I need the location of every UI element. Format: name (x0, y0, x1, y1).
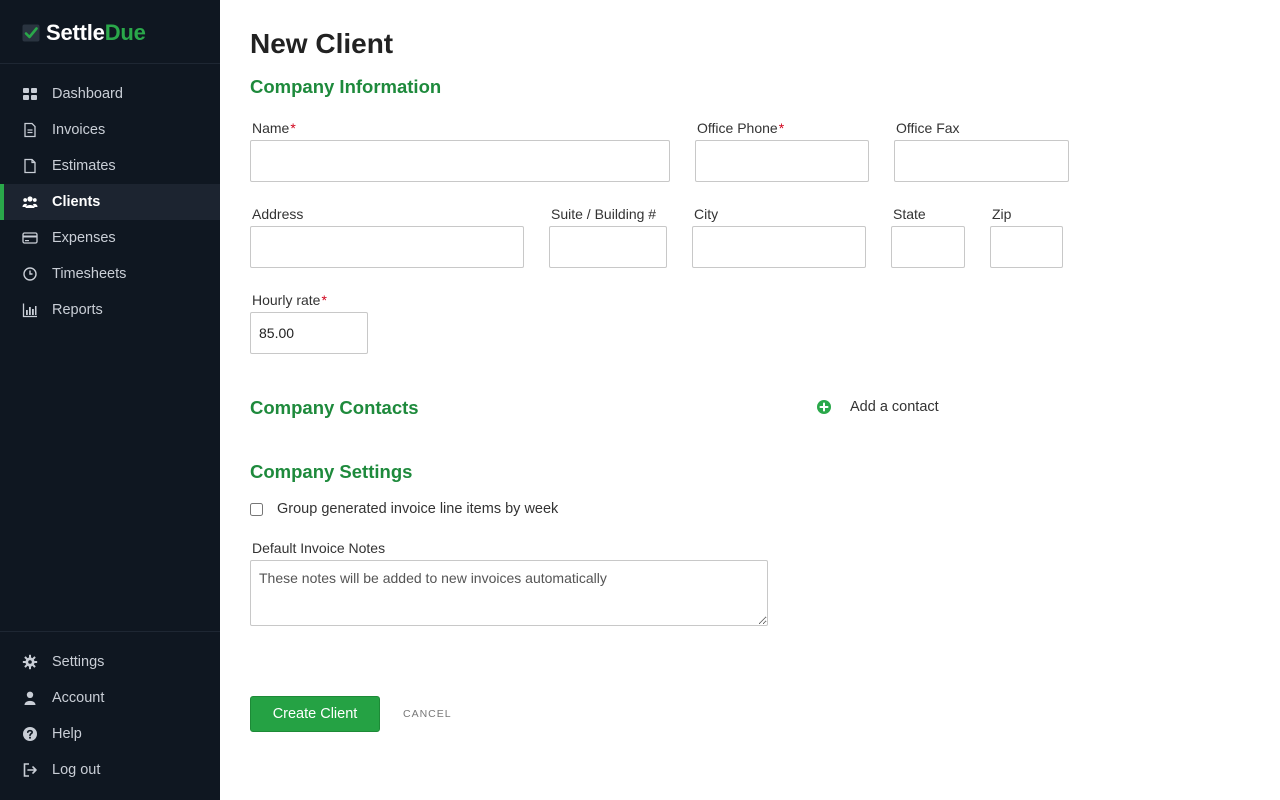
nav-label: Settings (52, 654, 105, 670)
city-input[interactable] (692, 226, 866, 268)
office-fax-input[interactable] (894, 140, 1069, 182)
suite-input[interactable] (549, 226, 667, 268)
nav-item-settings[interactable]: Settings (0, 644, 220, 680)
create-client-button[interactable]: Create Client (250, 696, 380, 732)
help-icon (22, 726, 38, 742)
nav-label: Estimates (52, 158, 116, 174)
gear-icon (22, 654, 38, 670)
name-input[interactable] (250, 140, 670, 182)
nav-label: Timesheets (52, 266, 127, 282)
state-label: State (893, 206, 926, 222)
add-contact-label: Add a contact (850, 399, 939, 415)
hourly-rate-label: Hourly rate* (252, 292, 327, 308)
section-title-company-contacts: Company Contacts (250, 397, 419, 418)
sidebar: SettleDue Dashboard Invoices Estimates C… (0, 0, 220, 800)
secondary-nav: Settings Account Help Log out (0, 644, 220, 788)
hourly-rate-input[interactable] (250, 312, 368, 354)
user-icon (22, 690, 38, 706)
nav-label: Help (52, 726, 82, 742)
nav-item-help[interactable]: Help (0, 716, 220, 752)
nav-label: Dashboard (52, 86, 123, 102)
brand-logo[interactable]: SettleDue (22, 20, 146, 46)
nav-item-account[interactable]: Account (0, 680, 220, 716)
brand-name: SettleDue (46, 20, 146, 45)
add-contact-button[interactable]: Add a contact (817, 399, 939, 415)
nav-label: Invoices (52, 122, 106, 138)
clock-icon (22, 266, 38, 282)
dashboard-icon (22, 86, 38, 102)
sidebar-divider (0, 63, 220, 64)
nav-item-timesheets[interactable]: Timesheets (0, 256, 220, 292)
nav-item-logout[interactable]: Log out (0, 752, 220, 788)
cancel-button[interactable]: CANCEL (403, 708, 452, 720)
section-title-company-settings: Company Settings (250, 461, 413, 482)
nav-item-dashboard[interactable]: Dashboard (0, 76, 220, 112)
group-by-week-checkbox[interactable] (250, 503, 263, 516)
logo-check-icon (22, 24, 40, 42)
nav-item-estimates[interactable]: Estimates (0, 148, 220, 184)
default-invoice-notes-textarea[interactable] (250, 560, 768, 626)
sidebar-divider (0, 631, 220, 632)
plus-circle-icon (817, 400, 831, 414)
nav-item-reports[interactable]: Reports (0, 292, 220, 328)
default-invoice-notes-label: Default Invoice Notes (252, 540, 386, 556)
credit-card-icon (22, 230, 38, 246)
page-title: New Client (250, 28, 394, 59)
office-phone-label: Office Phone* (697, 120, 785, 136)
estimate-icon (22, 158, 38, 174)
nav-label: Log out (52, 762, 101, 778)
main-nav: Dashboard Invoices Estimates Clients Exp… (0, 76, 220, 328)
nav-item-invoices[interactable]: Invoices (0, 112, 220, 148)
zip-label: Zip (992, 206, 1012, 222)
name-label: Name* (252, 120, 296, 136)
address-input[interactable] (250, 226, 524, 268)
office-phone-input[interactable] (695, 140, 869, 182)
city-label: City (694, 206, 719, 222)
zip-input[interactable] (990, 226, 1063, 268)
invoice-icon (22, 122, 38, 138)
bar-chart-icon (22, 302, 38, 318)
group-by-week-label: Group generated invoice line items by we… (277, 501, 559, 517)
address-label: Address (252, 206, 304, 222)
nav-label: Account (52, 690, 105, 706)
state-input[interactable] (891, 226, 965, 268)
office-fax-label: Office Fax (896, 120, 960, 136)
nav-item-clients[interactable]: Clients (0, 184, 220, 220)
main-content: New Client Company Information Name* Off… (250, 0, 1250, 800)
users-icon (22, 194, 38, 210)
nav-label: Clients (52, 194, 101, 210)
nav-item-expenses[interactable]: Expenses (0, 220, 220, 256)
section-title-company-information: Company Information (250, 76, 442, 97)
suite-label: Suite / Building # (551, 206, 657, 222)
logout-icon (22, 762, 38, 778)
nav-label: Reports (52, 302, 103, 318)
nav-label: Expenses (52, 230, 116, 246)
